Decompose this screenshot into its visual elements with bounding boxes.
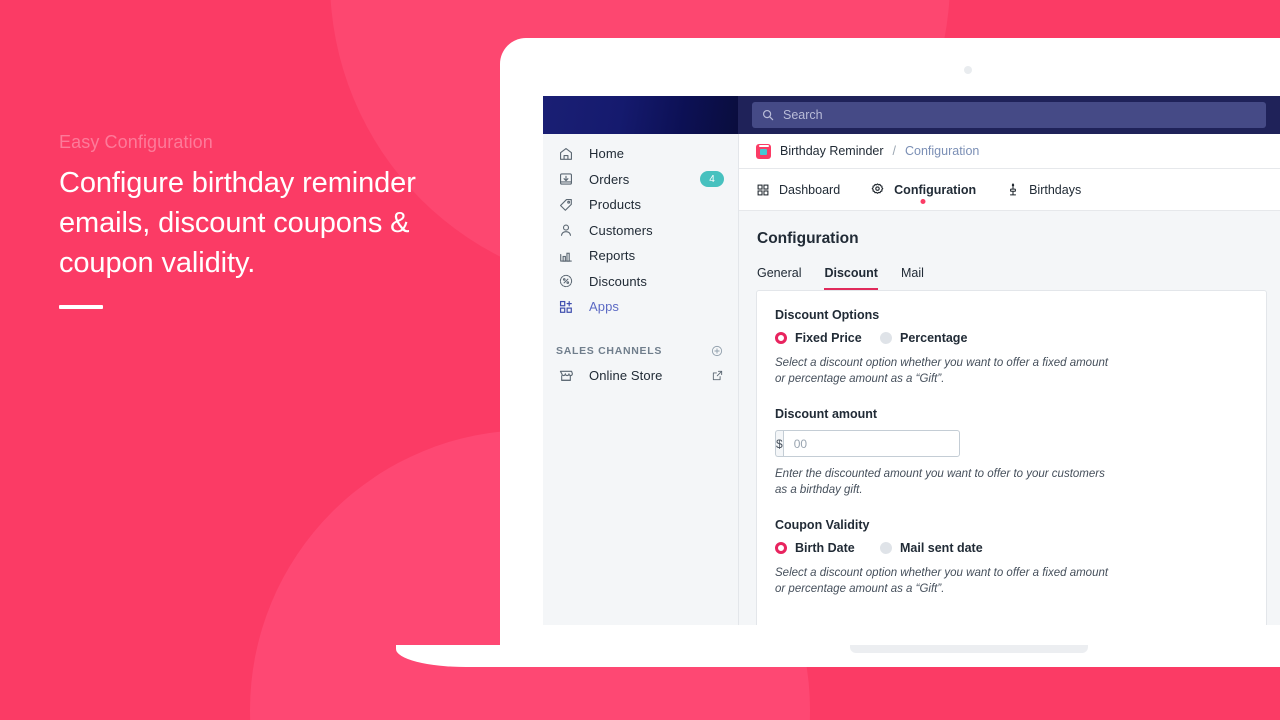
breadcrumb-separator: /: [892, 144, 896, 158]
search-input[interactable]: Search: [752, 102, 1266, 128]
birthday-calendar-app-icon: [756, 143, 771, 159]
coupon-validity-fieldset: Coupon Validity Birth Date Mail sent dat…: [757, 518, 1266, 597]
coupon-validity-label: Coupon Validity: [775, 518, 870, 532]
sidebar-item-label: Home: [589, 146, 625, 162]
radio-indicator-unselected: [880, 542, 892, 554]
settings-tabs: General Discount Mail: [739, 266, 1280, 290]
radio-mail-sent-date[interactable]: Mail sent date: [880, 541, 983, 555]
app-topbar: Search: [543, 96, 1280, 134]
radio-birth-date[interactable]: Birth Date: [775, 541, 880, 555]
candle-icon: [1006, 182, 1020, 198]
search-icon: [762, 109, 774, 121]
home-icon: [556, 144, 576, 164]
apps-grid-plus-icon: [556, 297, 576, 317]
discount-options-fieldset: Discount Options Fixed Price Percentage …: [757, 308, 1266, 387]
orders-count-badge: 4: [700, 171, 724, 188]
person-icon: [556, 220, 576, 240]
sidebar-item-label: Online Store: [589, 367, 663, 383]
sidebar-item-label: Customers: [589, 222, 653, 238]
discount-options-helper-text: Select a discount option whether you wan…: [775, 357, 1109, 385]
grid-icon: [756, 183, 770, 197]
sidebar-item-products[interactable]: Products: [543, 192, 738, 218]
sidebar-item-orders[interactable]: Orders 4: [543, 167, 738, 193]
coupon-validity-radio-group: Birth Date Mail sent date: [775, 541, 1248, 555]
tab-label: Birthdays: [1029, 182, 1082, 197]
radio-indicator-selected: [775, 542, 787, 554]
page-title: Configuration: [757, 230, 859, 247]
subtab-general[interactable]: General: [757, 266, 801, 290]
sidebar-item-discounts[interactable]: Discounts: [543, 269, 738, 295]
coupon-validity-helper-text: Select a discount option whether you wan…: [775, 567, 1109, 595]
breadcrumb-current: Configuration: [905, 144, 980, 158]
hero-copy: Easy Configuration Configure birthday re…: [59, 132, 479, 309]
discount-options-radio-group: Fixed Price Percentage: [775, 331, 1248, 345]
sidebar: Home Orders 4 Products Customers Reports…: [543, 134, 739, 625]
discount-amount-input[interactable]: [782, 430, 960, 457]
tab-label: Dashboard: [779, 182, 841, 197]
discount-amount-helper-text: Enter the discounted amount you want to …: [775, 468, 1105, 496]
sidebar-item-label: Products: [589, 197, 642, 213]
sidebar-item-reports[interactable]: Reports: [543, 243, 738, 269]
percent-badge-icon: [556, 271, 576, 291]
tab-label: Configuration: [894, 182, 977, 197]
tab-configuration[interactable]: Configuration: [870, 169, 976, 210]
laptop-camera-dot: [964, 66, 972, 74]
topbar-search-area: Search: [738, 96, 1280, 134]
tag-icon: [556, 195, 576, 215]
radio-label: Mail sent date: [900, 541, 983, 555]
active-tab-indicator-dot: [920, 199, 926, 204]
tab-birthdays[interactable]: Birthdays: [1006, 169, 1081, 210]
bar-chart-icon: [556, 246, 576, 266]
radio-label: Birth Date: [795, 541, 855, 555]
laptop-base: [396, 645, 1280, 667]
currency-prefix: $: [775, 430, 783, 457]
discount-amount-input-group: $: [775, 430, 960, 457]
radio-indicator-unselected: [880, 332, 892, 344]
storefront-icon: [556, 365, 576, 385]
discount-options-label: Discount Options: [775, 308, 880, 322]
sidebar-item-label: Orders: [589, 171, 630, 187]
admin-app: Search Home Orders 4 Products Customers …: [543, 96, 1280, 625]
sidebar-nav-list: Home Orders 4 Products Customers Reports…: [543, 134, 738, 320]
page-content: Configuration General Discount Mail Disc…: [739, 211, 1280, 625]
subtab-discount[interactable]: Discount: [824, 266, 878, 290]
sidebar-item-label: Reports: [589, 248, 636, 264]
sidebar-item-customers[interactable]: Customers: [543, 218, 738, 244]
external-link-icon[interactable]: [711, 369, 724, 382]
sidebar-item-label: Discounts: [589, 273, 647, 289]
breadcrumb: Birthday Reminder / Configuration: [739, 134, 1280, 169]
hero-title: Configure birthday reminder emails, disc…: [59, 167, 416, 279]
discount-amount-fieldset: Discount amount $ Enter the discounted a…: [757, 407, 1266, 498]
orders-inbox-icon: [556, 169, 576, 189]
radio-percentage[interactable]: Percentage: [880, 331, 967, 345]
sidebar-item-home[interactable]: Home: [543, 141, 738, 167]
discount-settings-card: Discount Options Fixed Price Percentage …: [756, 290, 1267, 625]
sales-channels-title: SALES CHANNELS: [556, 344, 663, 357]
sidebar-item-online-store[interactable]: Online Store: [543, 363, 738, 389]
search-placeholder-text: Search: [783, 108, 823, 122]
tab-dashboard[interactable]: Dashboard: [756, 169, 840, 210]
sidebar-item-label: Apps: [589, 299, 620, 315]
radio-fixed-price[interactable]: Fixed Price: [775, 331, 880, 345]
discount-amount-label: Discount amount: [775, 407, 878, 421]
hero-eyebrow: Easy Configuration: [59, 132, 213, 152]
radio-label: Fixed Price: [795, 331, 862, 345]
subtab-mail[interactable]: Mail: [901, 266, 924, 290]
brand-logo[interactable]: [543, 96, 738, 134]
sidebar-item-apps[interactable]: Apps: [543, 294, 738, 320]
radio-indicator-selected: [775, 332, 787, 344]
main-area: Birthday Reminder / Configuration Dashbo…: [739, 134, 1280, 625]
plus-circle-icon[interactable]: [710, 344, 724, 358]
breadcrumb-app-name[interactable]: Birthday Reminder: [780, 144, 884, 158]
sales-channels-section-header: SALES CHANNELS: [543, 339, 738, 363]
radio-label: Percentage: [900, 331, 968, 345]
app-tab-bar: Dashboard Configuration Birthdays: [739, 169, 1280, 211]
gear-icon: [870, 182, 885, 197]
hero-underline-rule: [59, 305, 103, 309]
laptop-notch: [850, 645, 1088, 653]
